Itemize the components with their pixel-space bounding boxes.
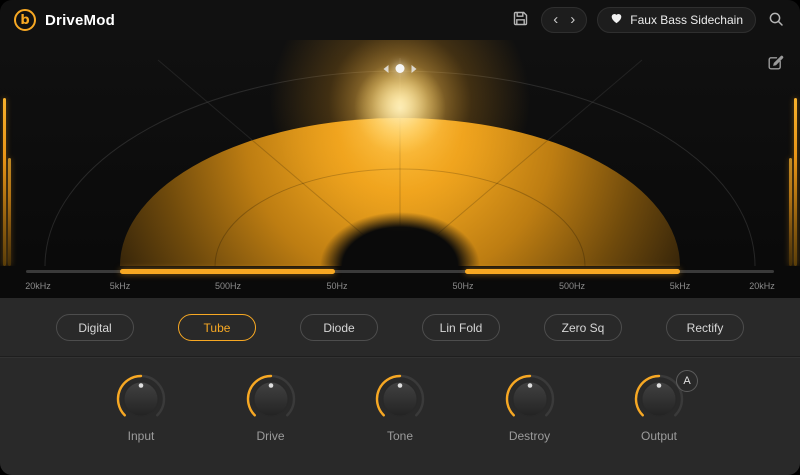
floppy-save-icon xyxy=(512,10,529,30)
knob-label: Drive xyxy=(256,429,284,443)
band-range-right[interactable] xyxy=(465,269,680,274)
search-icon xyxy=(768,11,784,30)
knob-indicator-dot xyxy=(268,383,273,388)
knob-dial xyxy=(245,373,297,425)
drivemod-logo-icon: b xyxy=(14,9,36,31)
left-level-meter xyxy=(3,98,6,266)
freq-label: 20kHz xyxy=(749,281,775,291)
mode-button-digital[interactable]: Digital xyxy=(56,314,134,341)
knob-label: Tone xyxy=(387,429,413,443)
knob-indicator-dot xyxy=(527,383,532,388)
control-panel: Digital Tube Diode Lin Fold Zero Sq Rect… xyxy=(0,298,800,475)
freq-label: 5kHz xyxy=(670,281,691,291)
app-title: DriveMod xyxy=(45,12,115,29)
brand: b DriveMod xyxy=(14,9,115,31)
mode-button-tube[interactable]: Tube xyxy=(178,314,256,341)
knob-label: Output xyxy=(641,429,677,443)
next-preset-button[interactable]: › xyxy=(564,12,581,29)
preset-name: Faux Bass Sidechain xyxy=(630,13,743,27)
header-controls: ‹ › Faux Bass Sidechain xyxy=(510,7,786,33)
knob-indicator-dot xyxy=(398,383,403,388)
freq-label: 50Hz xyxy=(452,281,473,291)
freq-label: 20kHz xyxy=(25,281,51,291)
heart-favorite-icon[interactable] xyxy=(610,11,623,29)
save-preset-button[interactable] xyxy=(510,8,531,32)
edit-preset-button[interactable] xyxy=(764,52,786,77)
knob-indicator-dot xyxy=(657,383,662,388)
triangle-left-icon xyxy=(384,65,389,73)
knob-dial xyxy=(115,373,167,425)
tone-knob[interactable]: Tone xyxy=(373,373,427,443)
drive-fan-display xyxy=(0,40,800,266)
search-presets-button[interactable] xyxy=(766,9,786,32)
left-level-meter xyxy=(8,158,11,266)
triangle-right-icon xyxy=(412,65,417,73)
ab-compare-button[interactable]: A xyxy=(676,370,698,392)
compose-edit-icon xyxy=(766,54,784,75)
freq-label: 50Hz xyxy=(326,281,347,291)
right-level-meter xyxy=(794,98,797,266)
header-bar: b DriveMod ‹ › xyxy=(0,0,800,40)
right-level-meter xyxy=(789,158,792,266)
waveshape-mode-selector: Digital Tube Diode Lin Fold Zero Sq Rect… xyxy=(0,298,800,341)
destroy-knob[interactable]: Destroy xyxy=(503,373,557,443)
prev-preset-button[interactable]: ‹ xyxy=(547,12,564,29)
knob-label: Destroy xyxy=(509,429,550,443)
preset-selector[interactable]: Faux Bass Sidechain xyxy=(597,7,756,33)
knob-label: Input xyxy=(128,429,155,443)
morph-dot xyxy=(396,64,405,73)
plugin-window: b DriveMod ‹ › xyxy=(0,0,800,475)
knob-dial xyxy=(374,373,426,425)
input-knob[interactable]: Input xyxy=(114,373,168,443)
frequency-ruler: 20kHz 5kHz 500Hz 50Hz 50Hz 500Hz 5kHz 20… xyxy=(0,266,800,298)
morph-handle[interactable] xyxy=(384,64,417,73)
freq-label: 5kHz xyxy=(110,281,131,291)
drive-knob[interactable]: Drive xyxy=(244,373,298,443)
mode-button-zero-sq[interactable]: Zero Sq xyxy=(544,314,622,341)
freq-label: 500Hz xyxy=(559,281,585,291)
preset-nav: ‹ › xyxy=(541,7,587,33)
knob-row: Input Drive xyxy=(0,357,800,443)
knob-dial xyxy=(504,373,556,425)
freq-label: 500Hz xyxy=(215,281,241,291)
mode-button-rectify[interactable]: Rectify xyxy=(666,314,744,341)
knob-indicator-dot xyxy=(139,383,144,388)
mode-button-diode[interactable]: Diode xyxy=(300,314,378,341)
band-range-left[interactable] xyxy=(120,269,335,274)
mode-button-lin-fold[interactable]: Lin Fold xyxy=(422,314,500,341)
spectrum-visualizer xyxy=(0,40,800,266)
